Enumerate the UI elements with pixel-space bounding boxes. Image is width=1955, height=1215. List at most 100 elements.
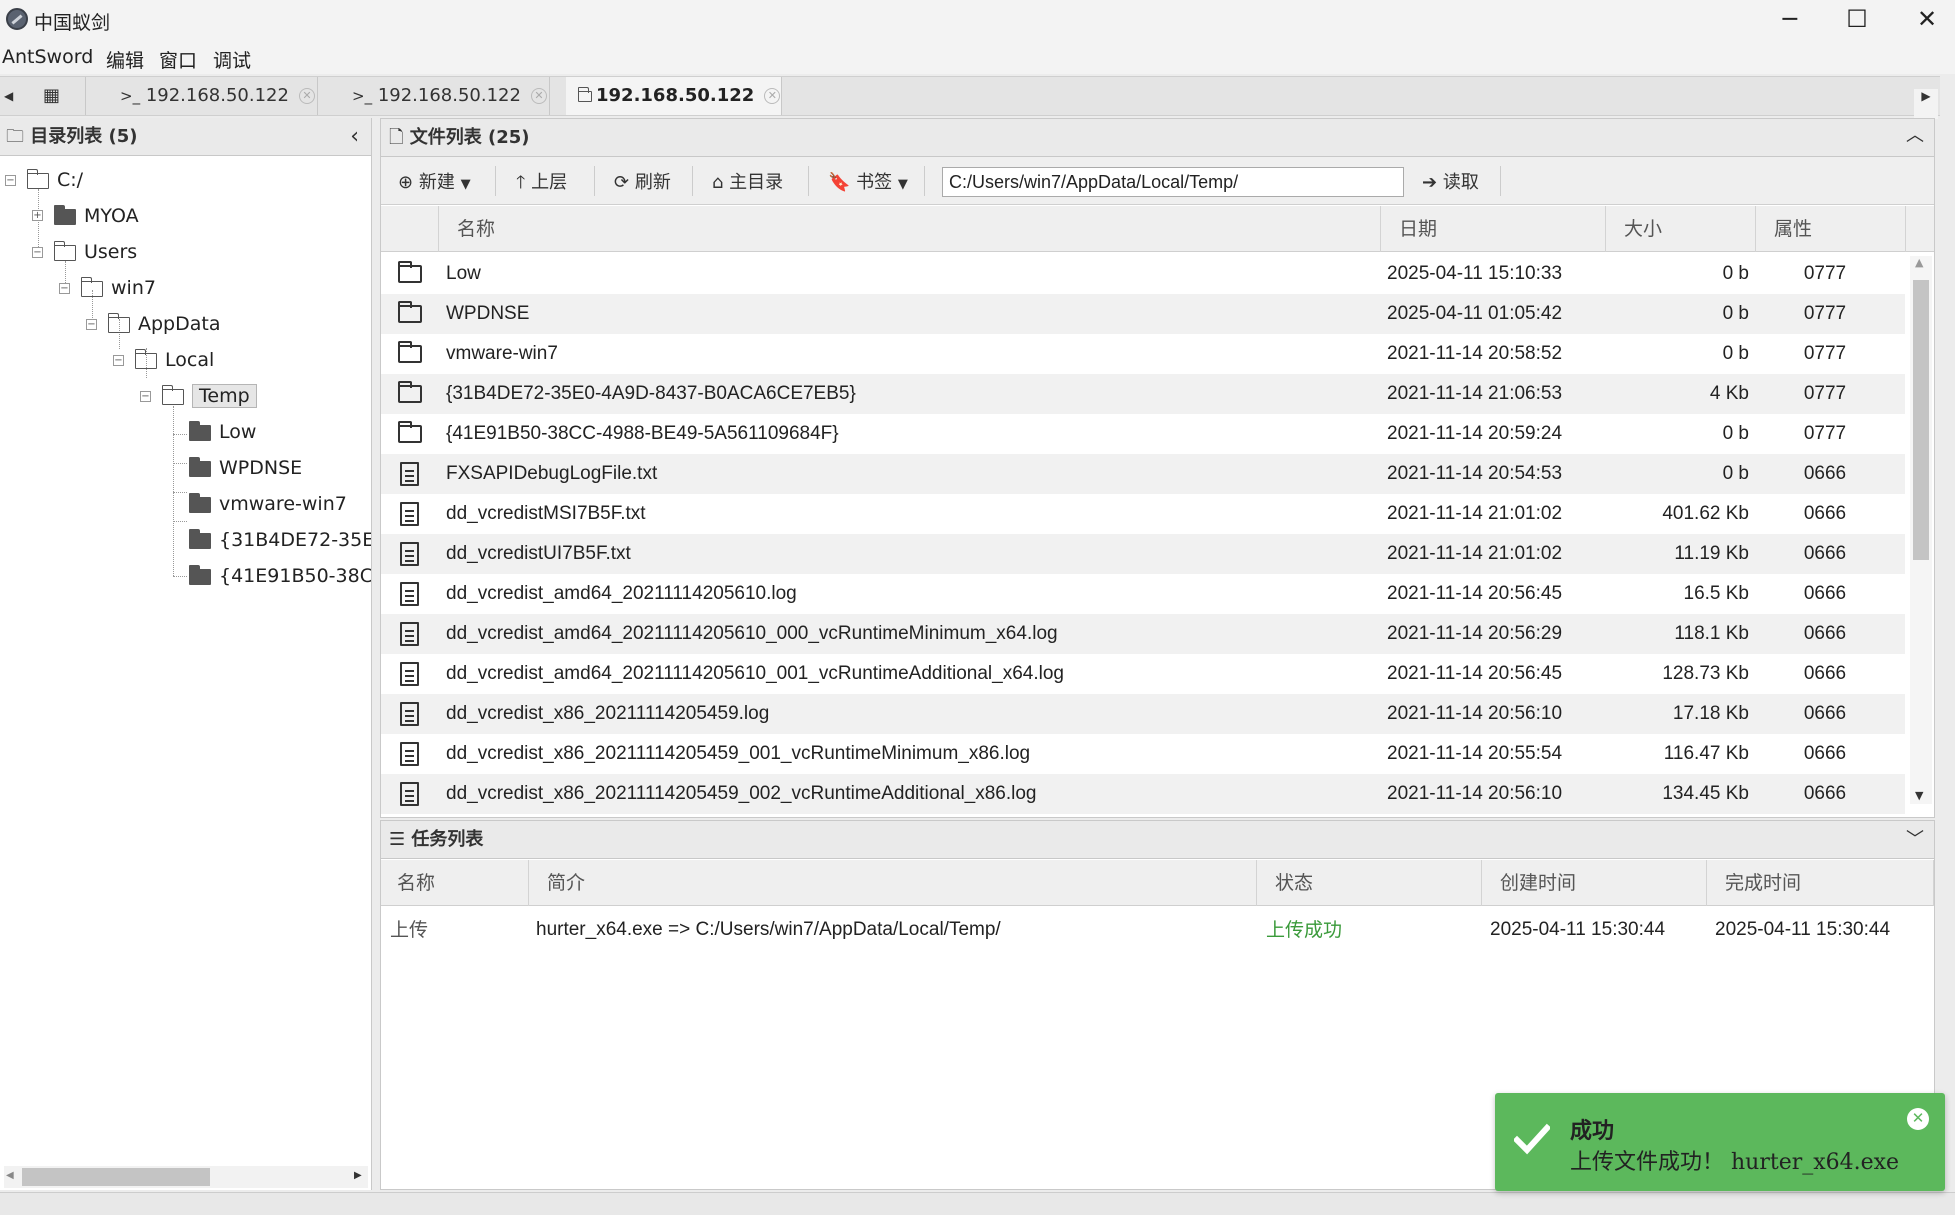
collapse-down-icon[interactable]: ﹀ xyxy=(1906,821,1924,859)
task-column-header-name[interactable]: 名称 xyxy=(381,860,529,906)
path-input[interactable] xyxy=(942,167,1404,197)
column-header-attr[interactable]: 属性 xyxy=(1756,206,1906,252)
column-header-name[interactable]: 名称 xyxy=(439,206,1381,252)
task-column-header-status[interactable]: 状态 xyxy=(1257,860,1482,906)
tab-close-icon[interactable]: ✕ xyxy=(764,88,781,104)
up-button[interactable]: 🡑 上层 xyxy=(516,168,567,200)
file-name: WPDNSE xyxy=(446,303,530,324)
file-row[interactable]: dd_vcredistMSI7B5F.txt 2021-11-14 21:01:0… xyxy=(381,494,1905,534)
minimize-button[interactable]: ─ xyxy=(1755,0,1825,40)
menu-window[interactable]: 窗口 xyxy=(159,46,197,73)
tab-close-icon[interactable]: ✕ xyxy=(298,88,315,104)
scrollbar-thumb[interactable] xyxy=(22,1168,210,1186)
new-button[interactable]: ⊕ 新建 ▼ xyxy=(398,168,471,194)
tab-terminal-1[interactable]: >_ 192.168.50.122 ✕ xyxy=(86,77,318,115)
tree-node-myoa[interactable]: MYOA xyxy=(53,202,139,230)
file-outline-icon: 🗋 xyxy=(389,127,404,148)
menu-antsword[interactable]: AntSword xyxy=(2,46,93,68)
tree-node-label: win7 xyxy=(111,277,156,299)
read-button-label: 读取 xyxy=(1442,172,1479,193)
tree-node-41e91b50[interactable]: {41E91B50-38CC xyxy=(189,562,371,590)
home-button[interactable]: ⌂ 主目录 xyxy=(712,168,783,194)
tree-toggle-icon[interactable]: − xyxy=(140,391,151,402)
file-size: 4 Kb xyxy=(1709,383,1749,404)
tree-node-31b4de72[interactable]: {31B4DE72-35E0 xyxy=(189,526,371,554)
scroll-up-icon[interactable]: ▲ xyxy=(1915,256,1923,269)
file-attr: 0666 xyxy=(1803,743,1847,764)
file-row[interactable]: {31B4DE72-35E0-4A9D-8437-B0ACA6CE7EB5} 20… xyxy=(381,374,1905,414)
file-row[interactable]: dd_vcredist_x86_20211114205459_002_vcRun… xyxy=(381,774,1905,814)
tab-scroll-left-icon[interactable]: ◀ xyxy=(4,89,13,103)
toast-title: 成功 xyxy=(1570,1118,1615,1144)
scroll-left-icon[interactable]: ◀ xyxy=(6,1170,14,1181)
tree-toggle-icon[interactable]: − xyxy=(59,283,70,294)
scrollbar-thumb[interactable] xyxy=(1913,280,1929,560)
file-name: dd_vcredist_amd64_20211114205610.log xyxy=(446,583,797,604)
tree-node-wpdnse[interactable]: WPDNSE xyxy=(188,454,302,482)
file-name: {41E91B50-38CC-4988-BE49-5A561109684F} xyxy=(446,423,839,444)
tree-toggle-icon[interactable]: − xyxy=(32,247,43,258)
tree-node-low[interactable]: Low xyxy=(188,418,256,446)
tree-toggle-icon[interactable]: − xyxy=(113,355,124,366)
tree-node-c-drive[interactable]: C:/ xyxy=(26,166,83,194)
file-name: FXSAPIDebugLogFile.txt xyxy=(446,463,658,484)
file-name: dd_vcredist_x86_20211114205459_002_vcRun… xyxy=(446,783,1037,804)
file-row[interactable]: Low 2025-04-11 15:10:33 0 b 0777 xyxy=(381,254,1905,294)
scroll-right-icon[interactable]: ▶ xyxy=(354,1170,362,1181)
file-date: 2021-11-14 20:54:53 xyxy=(1387,463,1563,484)
grid-icon: ▦ xyxy=(42,85,60,106)
tab-close-icon[interactable]: ✕ xyxy=(530,88,547,104)
folder-icon xyxy=(398,261,422,283)
tree-node-win7[interactable]: win7 xyxy=(80,274,156,302)
file-row[interactable]: vmware-win7 2021-11-14 20:58:52 0 b 0777 xyxy=(381,334,1905,374)
file-row[interactable]: dd_vcredist_x86_20211114205459_001_vcRun… xyxy=(381,734,1905,774)
menu-edit[interactable]: 编辑 xyxy=(106,46,144,73)
file-date: 2021-11-14 20:56:29 xyxy=(1387,623,1563,644)
maximize-button[interactable]: ☐ xyxy=(1822,0,1892,40)
collapse-up-icon[interactable]: ︿ xyxy=(1906,117,1924,155)
file-icon xyxy=(400,622,419,646)
tab-file-manager[interactable]: 192.168.50.122 ✕ xyxy=(566,77,782,115)
refresh-button[interactable]: ⟳ 刷新 xyxy=(614,168,671,194)
column-header-date[interactable]: 日期 xyxy=(1381,206,1606,252)
task-column-header-finished[interactable]: 完成时间 xyxy=(1707,860,1934,906)
bookmark-button[interactable]: 🔖 书签 ▼ xyxy=(828,168,908,194)
file-row[interactable]: {41E91B50-38CC-4988-BE49-5A561109684F} 20… xyxy=(381,414,1905,454)
tree-node-vmware-win7[interactable]: vmware-win7 xyxy=(188,490,347,518)
file-name: dd_vcredistUI7B5F.txt xyxy=(446,543,631,564)
file-row[interactable]: dd_vcredist_amd64_20211114205610.log 2021… xyxy=(381,574,1905,614)
column-header-size[interactable]: 大小 xyxy=(1606,206,1756,252)
file-date: 2025-04-11 01:05:42 xyxy=(1387,303,1563,324)
read-button[interactable]: ➔ 读取 xyxy=(1422,168,1479,194)
file-row[interactable]: WPDNSE 2025-04-11 01:05:42 0 b 0777 xyxy=(381,294,1905,334)
scroll-down-icon[interactable]: ▼ xyxy=(1915,789,1923,802)
file-row[interactable]: dd_vcredist_amd64_20211114205610_000_vcR… xyxy=(381,614,1905,654)
tree-toggle-icon[interactable]: − xyxy=(5,175,16,186)
tab-dashboard[interactable]: ▦ xyxy=(18,77,86,115)
tree-toggle-icon[interactable]: + xyxy=(32,210,43,221)
toast-close-icon[interactable]: ✕ xyxy=(1907,1108,1929,1130)
tree-node-appdata[interactable]: AppData xyxy=(107,310,221,338)
file-row[interactable]: dd_vcredistUI7B5F.txt 2021-11-14 21:01:02… xyxy=(381,534,1905,574)
tab-terminal-2[interactable]: >_ 192.168.50.122 ✕ xyxy=(318,77,550,115)
tree-node-temp[interactable]: Temp xyxy=(161,382,257,410)
tree-node-users[interactable]: Users xyxy=(53,238,137,266)
tree-node-label: Local xyxy=(165,349,215,371)
tree-node-label: vmware-win7 xyxy=(219,493,347,515)
file-icon xyxy=(400,462,419,486)
tree-toggle-icon[interactable]: − xyxy=(86,319,97,330)
file-attr: 0666 xyxy=(1803,503,1847,524)
tree-node-local[interactable]: Local xyxy=(134,346,215,374)
file-row[interactable]: dd_vcredist_x86_20211114205459.log 2021-1… xyxy=(381,694,1905,734)
file-row[interactable]: FXSAPIDebugLogFile.txt 2021-11-14 20:54:5… xyxy=(381,454,1905,494)
file-date: 2021-11-14 21:01:02 xyxy=(1387,503,1563,524)
menu-debug[interactable]: 调试 xyxy=(213,46,251,73)
collapse-panel-icon[interactable]: ‹ xyxy=(350,118,359,156)
tab-scroll-right-icon[interactable]: ▶ xyxy=(1914,89,1938,119)
file-row[interactable]: dd_vcredist_amd64_20211114205610_001_vcR… xyxy=(381,654,1905,694)
task-desc: hurter_x64.exe => C:/Users/win7/AppData/… xyxy=(536,919,1001,940)
folder-filled-icon xyxy=(188,492,211,513)
task-column-header-desc[interactable]: 简介 xyxy=(529,860,1257,906)
close-button[interactable]: ✕ xyxy=(1892,0,1955,40)
task-column-header-created[interactable]: 创建时间 xyxy=(1482,860,1707,906)
